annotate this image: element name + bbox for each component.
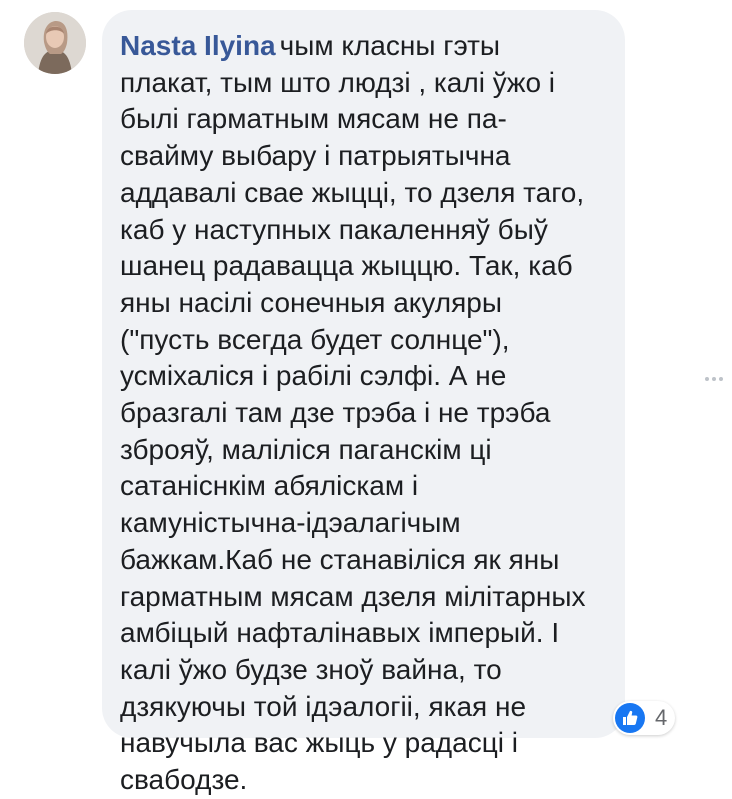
comment-line: былі гарматным мясам не па- (120, 103, 507, 135)
author-name[interactable]: Nasta Ilyina (120, 30, 276, 61)
comment-line: навучыла вас жыць у радасці і (120, 727, 518, 759)
comment-line: яны насілі сонечныя акуляры (120, 286, 502, 318)
comment-line: сатаніснкім абялiскам і (120, 470, 419, 502)
avatar[interactable] (24, 12, 86, 74)
reaction-count: 4 (655, 705, 668, 730)
dot-icon (705, 377, 709, 381)
comment-line: камуністычна-ідэалагічым (120, 507, 461, 539)
comment-line: бажкам.Каб не станавіліся як яны (120, 543, 560, 575)
comment-line: свабодзе. (120, 764, 248, 796)
comment-line: аддавалі свае жыцці, то дзеля таго, (120, 176, 585, 208)
comment-line: ("пусть всегда будет солнце"), (120, 323, 510, 355)
comment-line: каб у наступных пакаленняў быў (120, 213, 548, 245)
comment-text: Nasta Ilyina чым класны гэты плакат, тым … (120, 28, 605, 799)
comment-line: бразгалі там дзе трэба і не трэба (120, 397, 551, 429)
comment-line: зброяў, маліліся паганскім ці (120, 433, 492, 465)
reaction-summary[interactable]: 4 (613, 701, 676, 735)
comment-line: дзякуючы той ідэалогіі, якая не (120, 690, 527, 722)
comment-bubble: Nasta Ilyina чым класны гэты плакат, тым … (102, 10, 625, 795)
comment-line: усміхаліся і рабілі сэлфі. А не (120, 360, 507, 392)
comment-line: Nasta Ilyina чым класны гэты (120, 28, 605, 65)
avatar-photo (24, 12, 86, 74)
comment-line: плакат, тым што людзі , калі ўжо і (120, 66, 556, 98)
dot-icon (712, 377, 716, 381)
like-icon (615, 703, 645, 733)
dot-icon (719, 377, 723, 381)
comment-text-segment: чым класны гэты (279, 30, 501, 61)
comment-line: шанец радавацца жыццю. Так, каб (120, 250, 573, 282)
comment: Nasta Ilyina чым класны гэты плакат, тым … (0, 0, 732, 795)
more-options-button[interactable] (700, 365, 728, 393)
comment-line: гарматным мясам дзеля мілітарных (120, 580, 586, 612)
comment-line: калі ўжо будзе зноў вайна, то (120, 653, 502, 685)
comment-line: амбіцый нафталінавых імперый. І (120, 617, 560, 649)
comment-line: свайму выбару і патрыятычна (120, 140, 511, 172)
